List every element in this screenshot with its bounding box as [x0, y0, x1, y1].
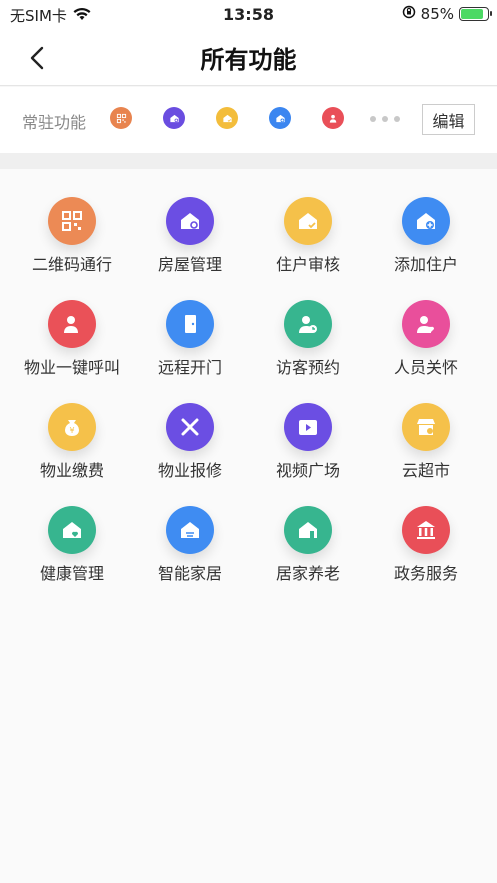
feature-item[interactable]: ¥ 物业缴费 — [10, 375, 134, 480]
battery-percent: 85% — [420, 5, 454, 23]
page-title: 所有功能 — [200, 46, 297, 74]
svg-text:¥: ¥ — [69, 426, 74, 435]
feature-item[interactable]: 政务服务 — [364, 478, 488, 583]
feature-item[interactable]: 物业一键呼叫 — [10, 272, 134, 377]
feature-item[interactable]: 健康管理 — [10, 478, 134, 583]
qr-code-icon — [110, 107, 132, 129]
house-plus-icon — [269, 107, 291, 129]
rotation-lock-icon — [402, 5, 416, 23]
feature-label: 智能家居 — [157, 564, 222, 583]
health-home-icon — [48, 506, 96, 554]
store-icon — [402, 403, 450, 451]
house-check-icon — [216, 107, 238, 129]
house-check-icon — [284, 197, 332, 245]
feature-item[interactable]: 二维码通行 — [10, 169, 134, 274]
person-heart-icon — [402, 300, 450, 348]
feature-item[interactable]: 人员关怀 — [364, 272, 488, 377]
feature-item[interactable]: 物业报修 — [128, 375, 252, 480]
qr-code-icon — [48, 197, 96, 245]
feature-item[interactable]: 远程开门 — [128, 272, 252, 377]
battery-icon — [459, 7, 492, 21]
government-icon — [402, 506, 450, 554]
visitor-clock-icon — [284, 300, 332, 348]
door-icon — [166, 300, 214, 348]
feature-item[interactable]: 房屋管理 — [128, 169, 252, 274]
feature-item[interactable]: 添加住户 — [364, 169, 488, 274]
house-gear-icon — [163, 107, 185, 129]
video-icon — [284, 403, 332, 451]
section-divider — [0, 153, 497, 169]
features-grid: 二维码通行 房屋管理 住户审核 添加住户物业一键呼叫 远程开门 访客预约 人员关怀 ¥ 物业缴费… — [0, 169, 497, 883]
money-bag-icon: ¥ — [48, 403, 96, 451]
feature-item[interactable]: 视频广场 — [246, 375, 370, 480]
elder-home-icon — [284, 506, 332, 554]
house-plus-icon — [402, 197, 450, 245]
feature-item[interactable]: 访客预约 — [246, 272, 370, 377]
tools-icon — [166, 403, 214, 451]
status-bar: 无SIM卡 13:58 85% — [0, 0, 497, 30]
smart-home-icon — [166, 506, 214, 554]
more-icon — [370, 116, 400, 122]
fixed-functions-label: 常驻功能 — [22, 113, 87, 132]
feature-item[interactable]: 居家养老 — [246, 478, 370, 583]
feature-item[interactable]: 智能家居 — [128, 478, 252, 583]
feature-item[interactable]: 住户审核 — [246, 169, 370, 274]
phone-person-icon — [322, 107, 344, 129]
phone-person-icon — [48, 300, 96, 348]
feature-label: 健康管理 — [39, 564, 104, 583]
house-gear-icon — [166, 197, 214, 245]
edit-button[interactable]: 编辑 — [422, 104, 475, 135]
feature-label: 政务服务 — [393, 564, 458, 583]
feature-item[interactable]: 云超市 — [364, 375, 488, 480]
nav-bar: 所有功能 — [0, 30, 497, 86]
feature-label: 居家养老 — [275, 564, 340, 583]
